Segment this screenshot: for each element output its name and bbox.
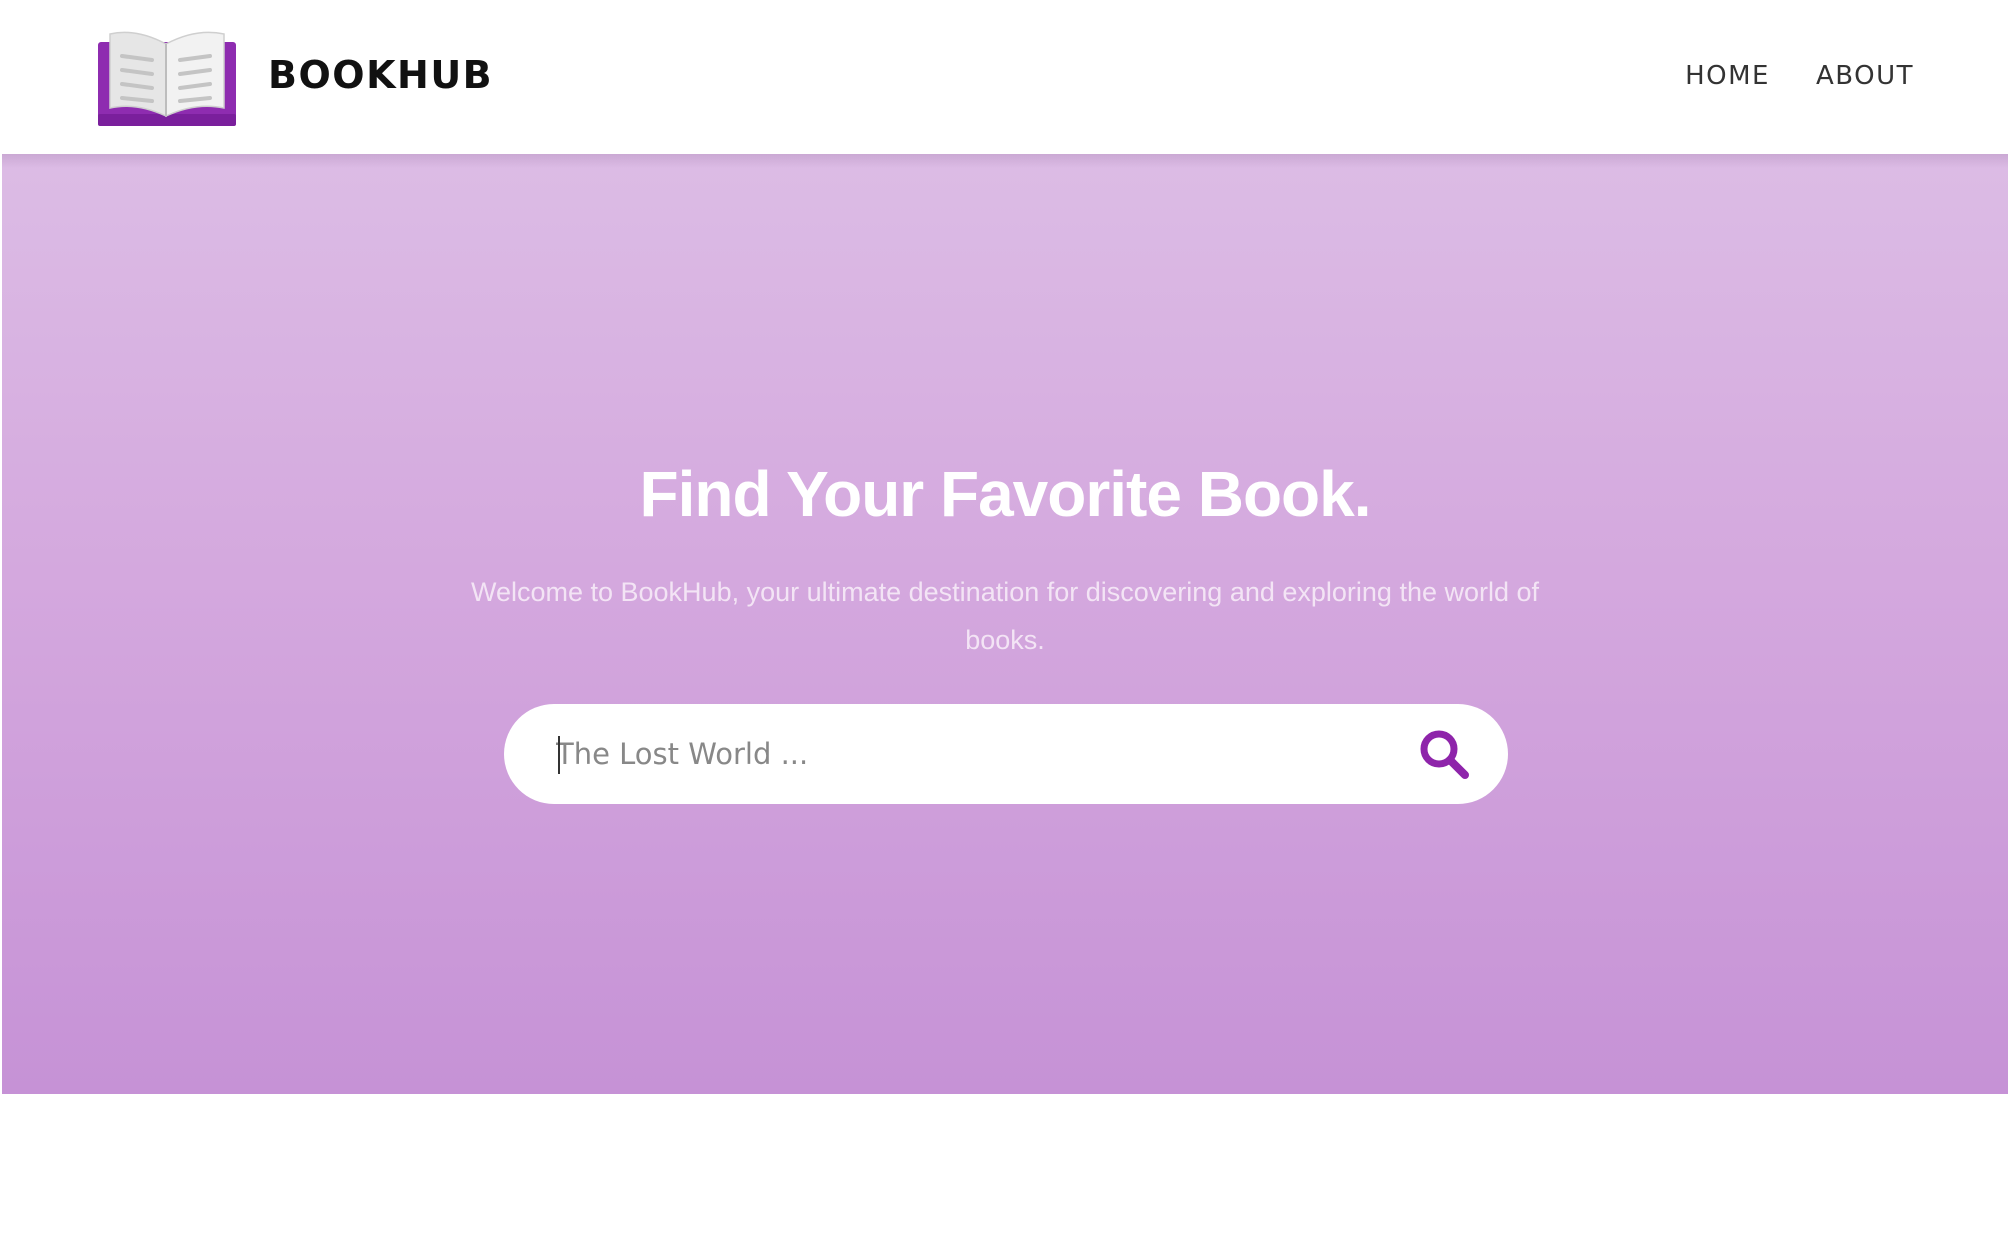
nav-home-link[interactable]: HOME xyxy=(1685,58,1770,94)
text-caret xyxy=(558,736,560,774)
site-header: BOOKHUB HOME ABOUT xyxy=(0,0,2010,154)
hero-title: Find Your Favorite Book. xyxy=(639,458,1371,530)
search-bar xyxy=(504,704,1508,804)
nav-about-link[interactable]: ABOUT xyxy=(1816,58,1914,94)
search-icon[interactable] xyxy=(1416,726,1472,782)
main-nav: HOME ABOUT xyxy=(1685,58,1914,94)
brand-name[interactable]: BOOKHUB xyxy=(268,50,493,100)
search-input[interactable] xyxy=(556,724,1356,784)
hero-section: Find Your Favorite Book. Welcome to Book… xyxy=(2,154,2008,1094)
hero-subtitle: Welcome to BookHub, your ultimate destin… xyxy=(470,577,1540,655)
open-book-icon[interactable] xyxy=(96,28,238,126)
hero-top-shadow xyxy=(2,154,2008,168)
